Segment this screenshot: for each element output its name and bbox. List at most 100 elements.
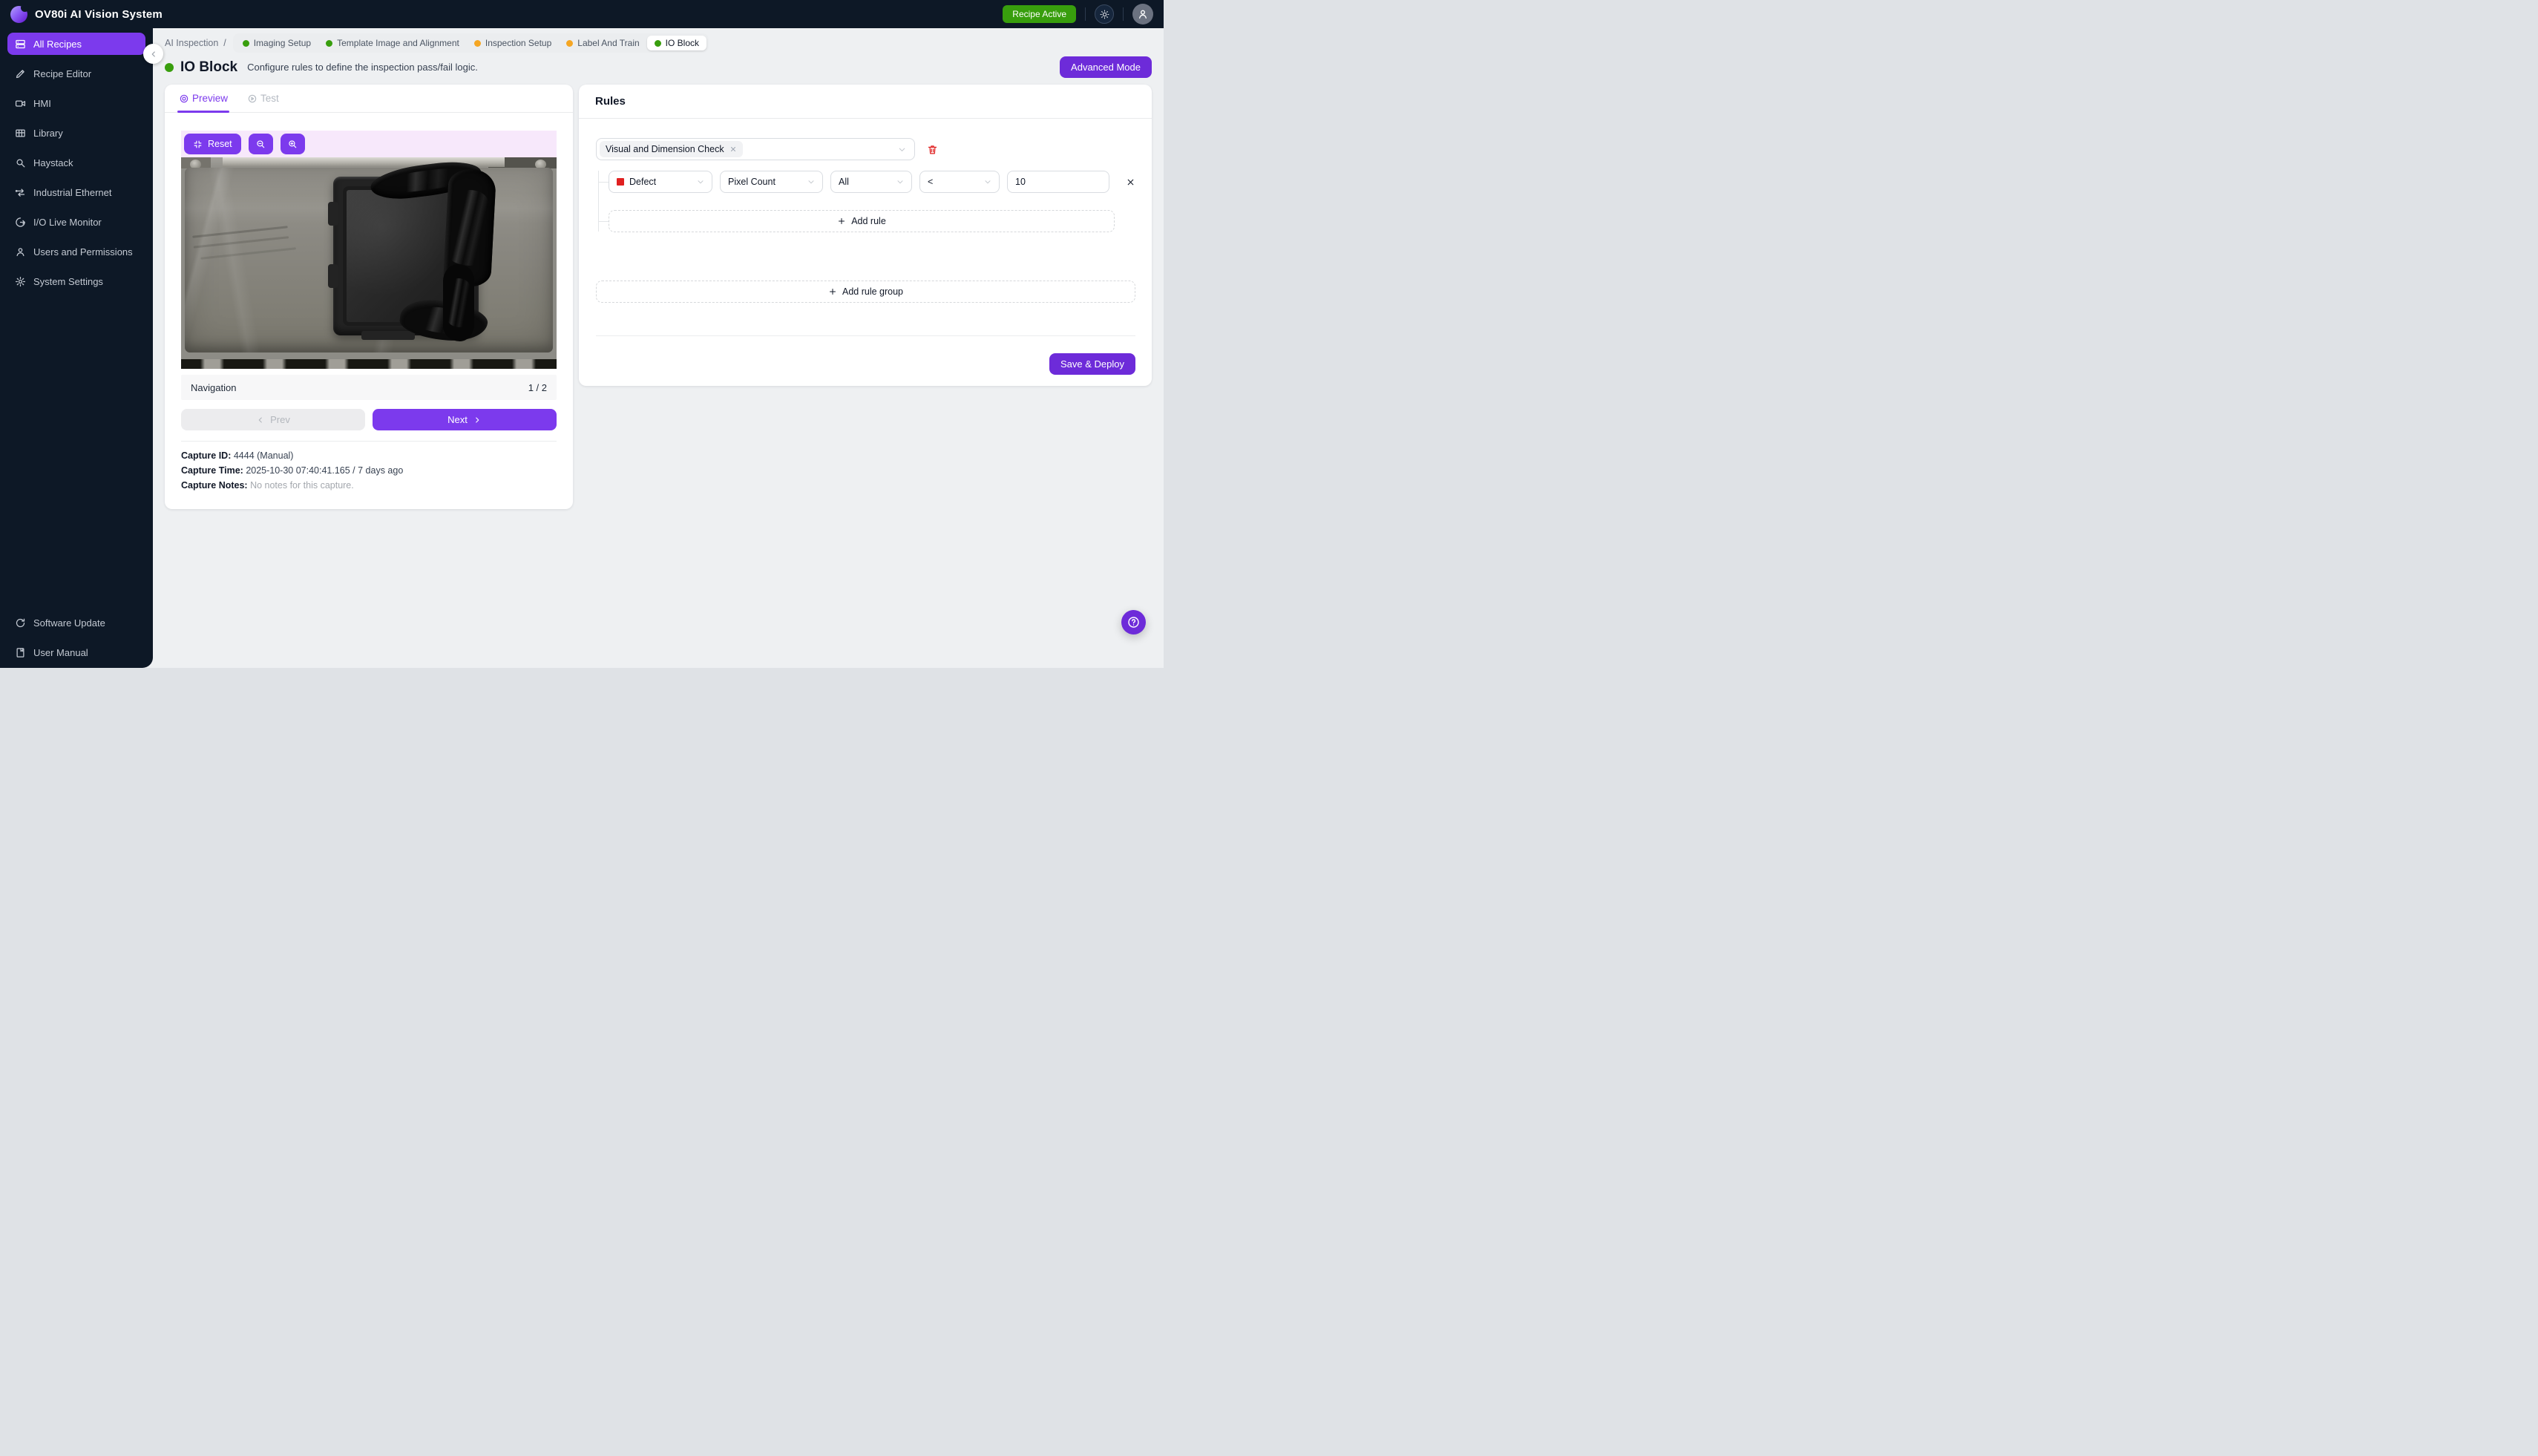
sidebar-item-label: All Recipes (33, 38, 82, 50)
rule-operator-value: < (928, 177, 934, 187)
app-title: OV80i AI Vision System (35, 7, 163, 21)
sidebar-item-industrial-ethernet[interactable]: Industrial Ethernet (7, 181, 145, 203)
step-template-alignment[interactable]: Template Image and Alignment (318, 36, 467, 50)
prev-label: Prev (270, 414, 290, 425)
zoom-in-button[interactable] (280, 134, 305, 154)
navigation-label: Navigation (191, 381, 237, 393)
sidebar-item-haystack[interactable]: Haystack (7, 151, 145, 174)
capture-info: Capture ID: 4444 (Manual) Capture Time: … (181, 442, 557, 493)
inspection-image[interactable] (181, 157, 557, 369)
table-icon (15, 128, 26, 139)
theme-toggle-button[interactable] (1095, 4, 1114, 24)
rule-feature-select[interactable]: Pixel Count (720, 171, 823, 193)
page-subtitle: Configure rules to define the inspection… (247, 62, 478, 73)
sidebar-item-io-live-monitor[interactable]: I/O Live Monitor (7, 211, 145, 233)
chevron-down-icon (807, 177, 816, 186)
plus-icon (828, 287, 837, 296)
sidebar-item-hmi[interactable]: HMI (7, 92, 145, 114)
rule-class-select[interactable]: Defect (609, 171, 712, 193)
chevron-down-icon (897, 145, 907, 154)
sidebar-collapse-button[interactable] (143, 44, 163, 64)
page-title: IO Block (180, 59, 238, 75)
topbar-divider (1123, 7, 1124, 21)
status-dot (242, 39, 249, 47)
sidebar-item-system-settings[interactable]: System Settings (7, 270, 145, 292)
chevron-down-icon (983, 177, 992, 186)
chevron-left-icon (149, 50, 158, 59)
advanced-mode-button[interactable]: Advanced Mode (1060, 56, 1152, 78)
page-header: IO Block Configure rules to define the i… (153, 53, 1164, 85)
sidebar-item-library[interactable]: Library (7, 122, 145, 144)
sidebar-item-all-recipes[interactable]: All Recipes (7, 33, 145, 55)
chevron-left-icon (256, 416, 265, 424)
rule-scope-select[interactable]: All (830, 171, 912, 193)
sidebar: All Recipes Recipe Editor HMI Library Ha… (0, 28, 153, 668)
rule-group-tag-label: Visual and Dimension Check (606, 144, 724, 154)
sidebar-item-label: Library (33, 127, 63, 139)
sidebar-item-label: Haystack (33, 157, 73, 168)
prev-button[interactable]: Prev (181, 409, 365, 430)
gear-icon (15, 276, 26, 287)
sidebar-item-label: System Settings (33, 275, 103, 287)
sidebar-item-label: User Manual (33, 646, 88, 658)
sidebar-item-software-update[interactable]: Software Update (7, 611, 145, 634)
step-nav: Imaging Setup Template Image and Alignme… (232, 33, 709, 53)
sidebar-item-users-permissions[interactable]: Users and Permissions (7, 240, 145, 263)
breadcrumb: AI Inspection / Imaging Setup Template I… (153, 28, 1164, 53)
help-button[interactable] (1121, 610, 1146, 634)
chevron-down-icon (696, 177, 705, 186)
rule-group-select[interactable]: Visual and Dimension Check (596, 138, 915, 160)
navigation-position: 1 / 2 (528, 381, 547, 393)
reset-label: Reset (208, 139, 232, 149)
swap-arrows-icon (15, 187, 26, 198)
tab-label: Preview (192, 93, 229, 104)
rule-threshold-input[interactable] (1007, 171, 1109, 193)
recipes-icon (15, 39, 26, 50)
capture-time-row: Capture Time: 2025-10-30 07:40:41.165 / … (181, 465, 404, 476)
next-label: Next (447, 414, 468, 425)
trash-icon (927, 144, 938, 155)
remove-rule-button[interactable] (1126, 177, 1135, 187)
sidebar-item-recipe-editor[interactable]: Recipe Editor (7, 62, 145, 85)
step-label: IO Block (665, 38, 700, 48)
step-inspection-setup[interactable]: Inspection Setup (467, 36, 559, 50)
step-io-block[interactable]: IO Block (646, 36, 707, 50)
sidebar-item-label: I/O Live Monitor (33, 216, 102, 228)
inspected-part (328, 158, 497, 345)
rules-panel: Rules Visual and Dimension Check Defect … (579, 85, 1152, 386)
tab-test[interactable]: Test (247, 85, 279, 112)
circle-arrow-icon (15, 217, 26, 228)
delete-rule-group-button[interactable] (927, 144, 938, 155)
recipe-active-badge[interactable]: Recipe Active (1003, 5, 1076, 23)
image-detail (328, 264, 338, 288)
status-dot (473, 39, 481, 47)
tab-preview[interactable]: Preview (177, 85, 230, 113)
next-button[interactable]: Next (373, 409, 557, 430)
add-rule-button[interactable]: Add rule (597, 210, 1115, 232)
sidebar-item-user-manual[interactable]: User Manual (7, 641, 145, 663)
person-icon (1137, 8, 1149, 20)
defect-region (443, 264, 474, 341)
zoom-out-button[interactable] (248, 134, 273, 154)
step-label: Inspection Setup (485, 38, 552, 48)
add-rule-group-button[interactable]: Add rule group (596, 281, 1135, 303)
status-dot (566, 39, 574, 47)
rule-feature-value: Pixel Count (728, 177, 776, 187)
rule-operator-select[interactable]: < (919, 171, 1000, 193)
step-label: Template Image and Alignment (337, 38, 459, 48)
page-status-dot (165, 62, 174, 72)
save-deploy-button[interactable]: Save & Deploy (1049, 353, 1135, 375)
reset-view-button[interactable]: Reset (184, 134, 241, 154)
remove-tag-icon[interactable] (729, 145, 737, 153)
status-dot (326, 39, 333, 47)
zoom-out-icon (255, 139, 266, 149)
user-icon (15, 246, 26, 258)
user-avatar[interactable] (1132, 4, 1153, 24)
image-detail (328, 202, 338, 226)
add-rule-group-label: Add rule group (842, 286, 903, 297)
step-imaging-setup[interactable]: Imaging Setup (235, 36, 318, 50)
rule-class-value: Defect (629, 177, 657, 187)
preview-tabs: Preview Test (165, 85, 573, 113)
step-label-and-train[interactable]: Label And Train (559, 36, 646, 50)
sidebar-item-label: Industrial Ethernet (33, 186, 112, 198)
